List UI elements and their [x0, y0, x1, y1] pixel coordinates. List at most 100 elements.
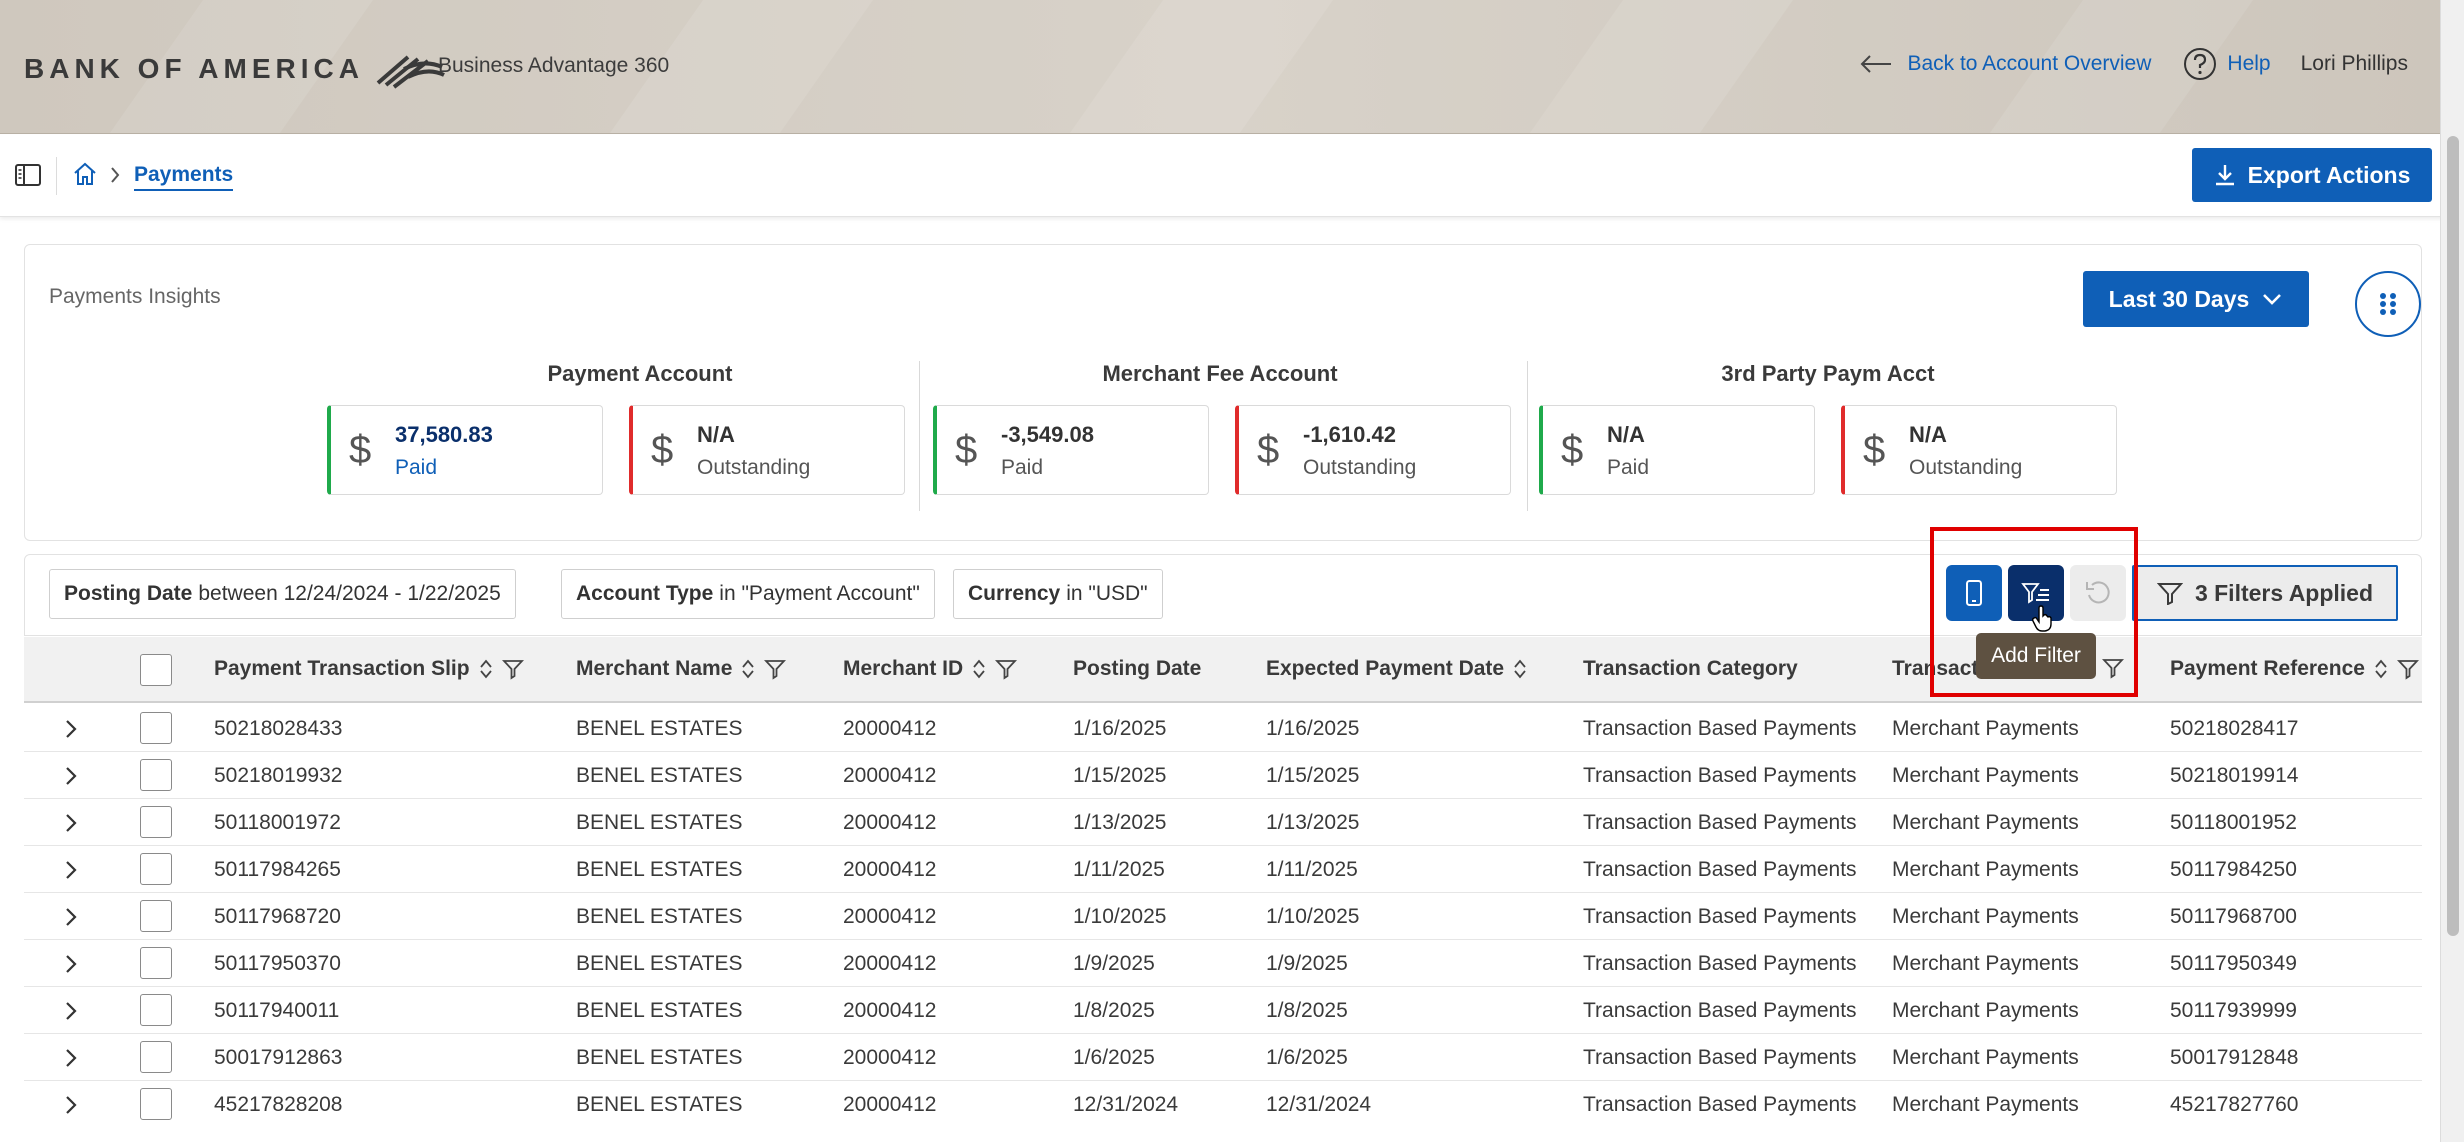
insight-card-outstanding[interactable]: $ N/A Outstanding	[1841, 405, 2117, 495]
expand-row-icon[interactable]	[64, 860, 78, 880]
table-cell: 1/8/2025	[1073, 999, 1155, 1022]
expand-row-icon[interactable]	[64, 813, 78, 833]
column-filter-icon[interactable]	[2396, 658, 2419, 680]
sort-icon[interactable]	[478, 658, 494, 680]
column-header-merchant-id[interactable]: Merchant ID	[843, 657, 1018, 681]
column-header-transaction-category[interactable]: Transaction Category	[1583, 657, 1798, 681]
row-checkbox[interactable]	[140, 900, 172, 932]
column-label: Transact	[1892, 657, 1979, 680]
date-range-dropdown[interactable]: Last 30 Days	[2083, 271, 2309, 327]
sidebar-toggle-icon[interactable]	[14, 162, 42, 188]
table-row[interactable]: 45217828208 BENEL ESTATES 20000412 12/31/20…	[24, 1081, 2422, 1127]
column-header-expected-payment-date[interactable]: Expected Payment Date	[1266, 657, 1528, 681]
expand-row-icon[interactable]	[64, 766, 78, 786]
expand-row-icon[interactable]	[64, 1048, 78, 1068]
table-row[interactable]: 50017912863 BENEL ESTATES 20000412 1/6/2025…	[24, 1034, 2422, 1081]
insight-card-outstanding[interactable]: $ N/A Outstanding	[629, 405, 905, 495]
breadcrumb-current[interactable]: Payments	[134, 163, 234, 191]
table-cell: 20000412	[843, 717, 937, 740]
column-label: Merchant ID	[843, 657, 964, 680]
page-scrollbar[interactable]	[2440, 0, 2464, 1142]
payments-table: Payment Transaction Slip Merchant Name M…	[24, 637, 2422, 1127]
help-label: Help	[2227, 52, 2271, 75]
row-checkbox[interactable]	[140, 759, 172, 791]
product-name: Business Advantage 360	[438, 54, 670, 77]
app-grid-button[interactable]	[2355, 271, 2421, 337]
column-header-transaction-type-filter[interactable]	[2102, 657, 2124, 679]
bank-logo[interactable]: BANK OF AMERICA	[24, 44, 446, 94]
reset-filters-button[interactable]	[2070, 565, 2126, 621]
column-filter-icon[interactable]	[501, 658, 524, 680]
download-icon	[2214, 163, 2236, 187]
sort-icon[interactable]	[1512, 658, 1528, 680]
column-header-merchant-name[interactable]: Merchant Name	[576, 657, 787, 681]
mobile-view-button[interactable]	[1946, 565, 2002, 621]
expand-row-icon[interactable]	[64, 1095, 78, 1115]
column-label: Expected Payment Date	[1266, 657, 1505, 680]
table-row[interactable]: 50117968720 BENEL ESTATES 20000412 1/10/202…	[24, 893, 2422, 940]
filter-chip-currency[interactable]: Currency in "USD"	[953, 569, 1163, 619]
column-header-transaction-type[interactable]: Transact	[1892, 657, 1978, 681]
table-cell: 50117950349	[2170, 952, 2297, 975]
insight-card-outstanding[interactable]: $ -1,610.42 Outstanding	[1235, 405, 1511, 495]
row-checkbox[interactable]	[140, 712, 172, 744]
table-cell: 50117950370	[214, 952, 341, 975]
help-link[interactable]: Help	[2183, 47, 2271, 81]
table-cell: 20000412	[843, 1093, 937, 1116]
column-filter-icon[interactable]	[2102, 657, 2124, 679]
expand-row-icon[interactable]	[64, 954, 78, 974]
user-name[interactable]: Lori Phillips	[2301, 52, 2408, 76]
table-cell: 1/13/2025	[1266, 811, 1360, 834]
table-cell: 50117968720	[214, 905, 341, 928]
insight-card-paid[interactable]: $ N/A Paid	[1539, 405, 1815, 495]
column-header-payment-reference[interactable]: Payment Reference	[2170, 657, 2419, 681]
table-row[interactable]: 50117950370 BENEL ESTATES 20000412 1/9/2025…	[24, 940, 2422, 987]
table-row[interactable]: 50218019932 BENEL ESTATES 20000412 1/15/202…	[24, 752, 2422, 799]
row-checkbox[interactable]	[140, 947, 172, 979]
table-cell: 1/16/2025	[1266, 717, 1360, 740]
scrollbar-thumb[interactable]	[2447, 136, 2459, 936]
back-to-overview-link[interactable]: Back to Account Overview	[1859, 52, 2151, 76]
table-cell: Merchant Payments	[1892, 1093, 2079, 1116]
table-row[interactable]: 50118001972 BENEL ESTATES 20000412 1/13/202…	[24, 799, 2422, 846]
filter-chip-posting-date[interactable]: Posting Date between 12/24/2024 - 1/22/2…	[49, 569, 516, 619]
filter-chip-account-type[interactable]: Account Type in "Payment Account"	[561, 569, 935, 619]
row-checkbox[interactable]	[140, 853, 172, 885]
card-amount: N/A	[1909, 422, 1947, 447]
row-checkbox[interactable]	[140, 806, 172, 838]
export-actions-button[interactable]: Export Actions	[2192, 148, 2432, 202]
table-row[interactable]: 50218028433 BENEL ESTATES 20000412 1/16/202…	[24, 705, 2422, 752]
column-header-slip[interactable]: Payment Transaction Slip	[214, 657, 524, 681]
table-row[interactable]: 50117984265 BENEL ESTATES 20000412 1/11/202…	[24, 846, 2422, 893]
table-cell: Merchant Payments	[1892, 764, 2079, 787]
table-cell: Merchant Payments	[1892, 952, 2079, 975]
row-checkbox[interactable]	[140, 1088, 172, 1120]
row-checkbox[interactable]	[140, 994, 172, 1026]
table-cell: BENEL ESTATES	[576, 858, 743, 881]
expand-row-icon[interactable]	[64, 1001, 78, 1021]
card-amount: N/A	[697, 422, 735, 447]
row-checkbox[interactable]	[140, 1041, 172, 1073]
table-cell: Transaction Based Payments	[1583, 858, 1857, 881]
select-all-checkbox[interactable]	[140, 654, 172, 686]
sort-icon[interactable]	[740, 658, 756, 680]
column-filter-icon[interactable]	[995, 658, 1018, 680]
table-row[interactable]: 50117940011 BENEL ESTATES 20000412 1/8/2025…	[24, 987, 2422, 1034]
insight-card-paid[interactable]: $ -3,549.08 Paid	[933, 405, 1209, 495]
dollar-icon: $	[1561, 428, 1584, 472]
column-header-posting-date[interactable]: Posting Date	[1073, 657, 1201, 681]
app-header: BANK OF AMERICA Business Advantage 360 B…	[0, 0, 2448, 134]
insight-card-paid[interactable]: $ 37,580.83 Paid	[327, 405, 603, 495]
filters-applied-label: 3 Filters Applied	[2194, 579, 2374, 606]
column-filter-icon[interactable]	[764, 658, 787, 680]
expand-row-icon[interactable]	[64, 719, 78, 739]
table-cell: 50017912863	[214, 1046, 343, 1069]
table-cell: Transaction Based Payments	[1583, 717, 1857, 740]
arrow-left-icon	[1859, 54, 1893, 74]
sort-icon[interactable]	[2373, 658, 2389, 680]
table-cell: 45217828208	[214, 1093, 343, 1116]
expand-row-icon[interactable]	[64, 907, 78, 927]
sort-icon[interactable]	[971, 658, 987, 680]
home-icon[interactable]	[72, 161, 98, 187]
filters-applied-button[interactable]: 3 Filters Applied	[2132, 565, 2398, 621]
